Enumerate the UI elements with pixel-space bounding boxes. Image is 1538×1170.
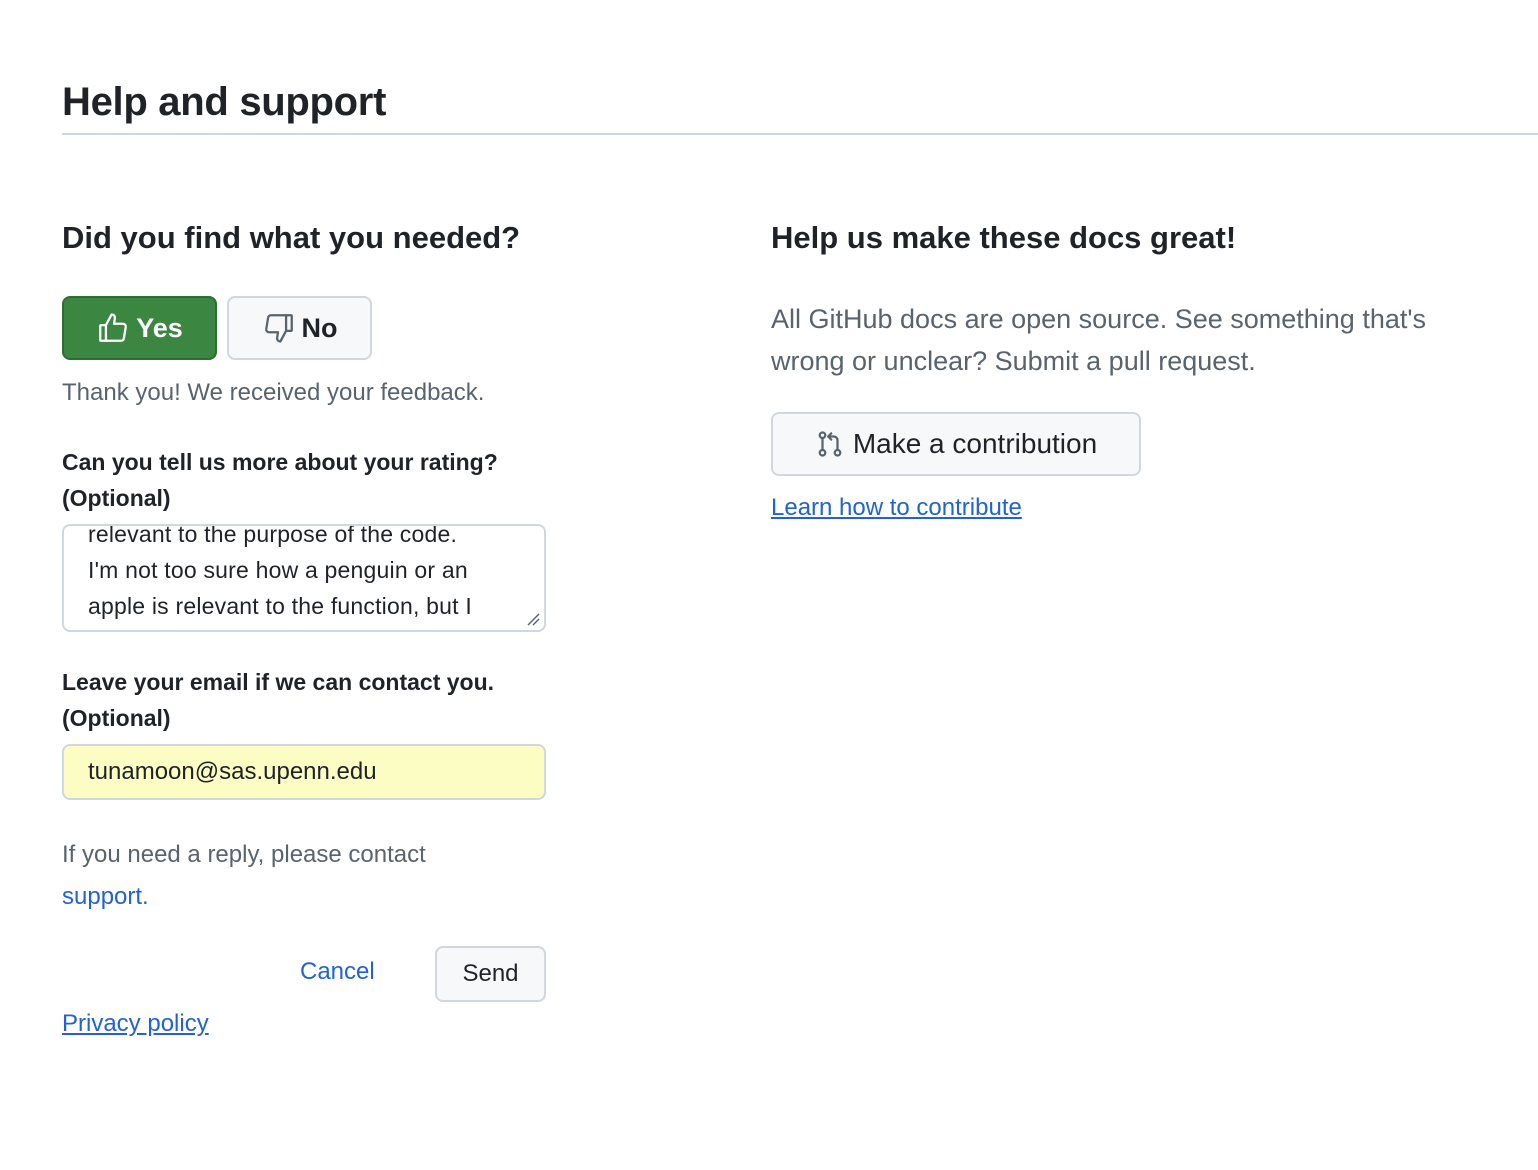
feedback-heading: Did you find what you needed? [62,220,521,255]
reply-note-text: If you need a reply, please contact [62,841,426,868]
reply-note: If you need a reply, please contact supp… [62,834,546,918]
thumbs-down-icon [264,314,293,343]
contribute-description: All GitHub docs are open source. See som… [771,304,1427,376]
page-title: Help and support [62,80,387,124]
email-label: Leave your email if we can contact you. … [62,664,552,736]
rating-label: Can you tell us more about your rating? … [62,444,552,516]
git-pull-request-icon [818,431,842,457]
thumbs-up-icon [99,313,128,342]
rating-label-line1: Can you tell us more about your rating? [62,449,498,475]
cancel-button[interactable]: Cancel [300,958,375,986]
rating-label-line2: (Optional) [62,485,171,511]
no-button[interactable]: No [227,296,372,360]
help-and-support-page: Help and support Did you find what you n… [0,0,1538,1170]
rating-textarea[interactable]: relevant to the purpose of the code. I'm… [62,524,546,632]
yes-button[interactable]: Yes [62,296,217,360]
make-contribution-button[interactable]: Make a contribution [771,412,1141,476]
email-label-line2: (Optional) [62,705,171,731]
contribute-heading: Help us make these docs great! [771,220,1237,255]
rating-textarea-content: relevant to the purpose of the code. I'm… [88,524,472,619]
learn-how-to-contribute-link[interactable]: Learn how to contribute [771,494,1022,522]
send-button[interactable]: Send [435,946,546,1002]
resize-handle-icon[interactable] [526,612,540,626]
support-link[interactable]: support. [62,883,149,910]
no-label: No [301,312,338,343]
title-divider [62,133,1538,135]
email-field[interactable] [62,744,546,800]
yes-label: Yes [136,312,183,343]
privacy-policy-link[interactable]: Privacy policy [62,1010,209,1038]
feedback-confirmation: Thank you! We received your feedback. [62,379,485,406]
make-contribution-label: Make a contribution [852,428,1098,459]
email-label-line1: Leave your email if we can contact you. [62,669,495,695]
